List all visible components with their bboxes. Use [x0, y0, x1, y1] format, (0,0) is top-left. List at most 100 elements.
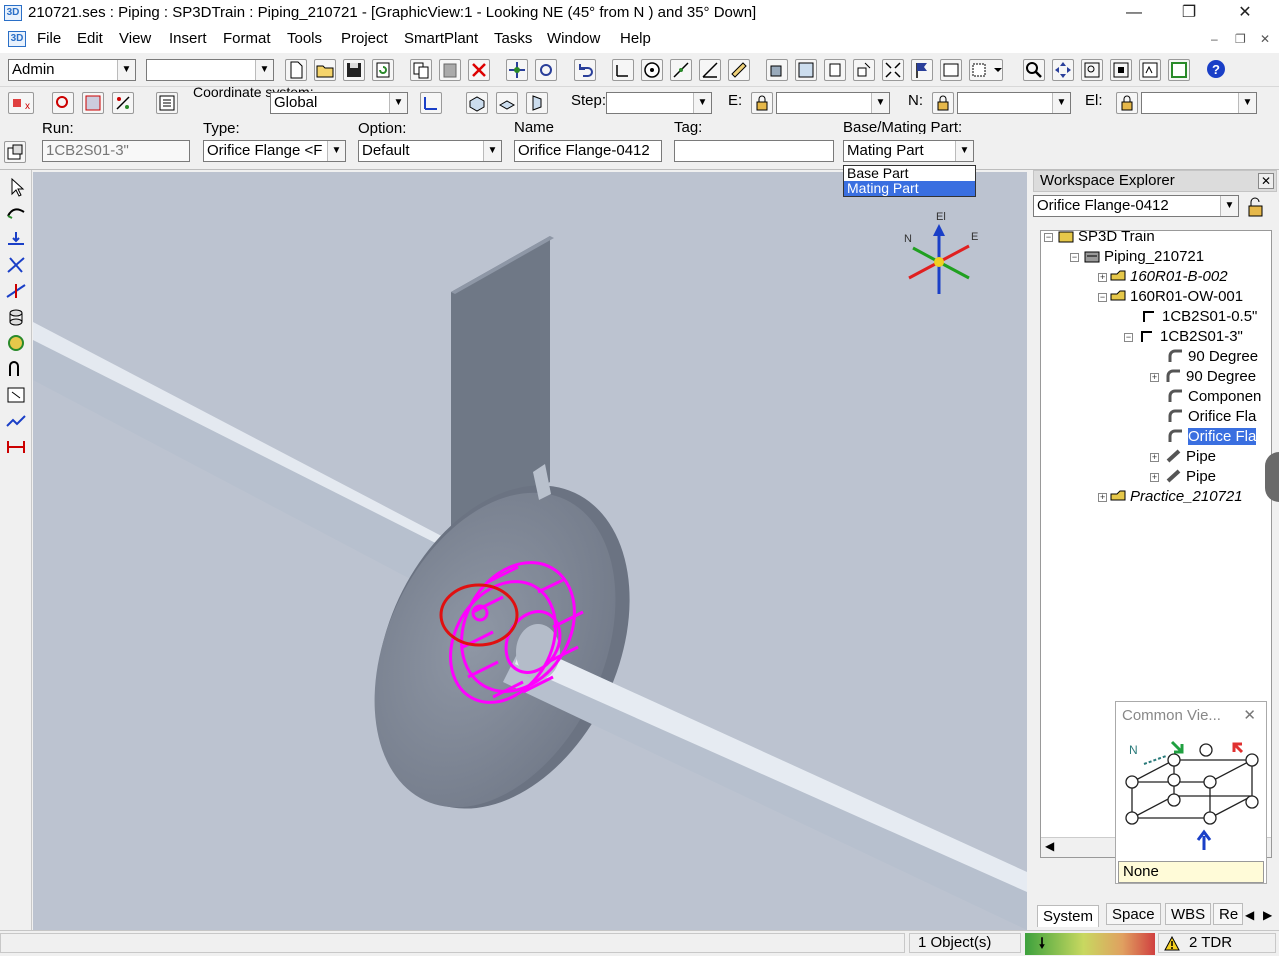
select-type-icon[interactable] [82, 92, 104, 114]
tab-system[interactable]: System [1037, 905, 1100, 927]
connect-icon[interactable] [4, 358, 28, 380]
paste-icon[interactable] [439, 59, 461, 81]
tab-space[interactable]: Space [1106, 903, 1161, 925]
chevron-down-icon[interactable]: ▼ [327, 141, 345, 161]
document-icon[interactable]: 3D [8, 31, 26, 47]
select-arrow-icon[interactable] [4, 176, 28, 198]
properties-page-icon[interactable] [4, 141, 26, 163]
drawing-icon[interactable] [4, 410, 28, 432]
coordinate-system-combo[interactable]: Global ▼ [270, 92, 408, 114]
new-icon[interactable] [285, 59, 307, 81]
pan-icon[interactable] [1052, 59, 1074, 81]
zoom-area-icon[interactable] [1081, 59, 1103, 81]
insert-support-icon[interactable] [4, 332, 28, 354]
tree-node-orifice-flange-2[interactable]: Orifice Fla [1167, 427, 1257, 447]
step-combo[interactable]: ▼ [606, 92, 712, 114]
tree-node-root[interactable]: − SP3D Train [1044, 231, 1155, 247]
menu-file[interactable]: File [37, 30, 61, 47]
filter-combo[interactable]: ▼ [146, 59, 274, 81]
coordinate-icon[interactable] [420, 92, 442, 114]
select-filter-dropdown-icon[interactable] [969, 59, 1003, 81]
point-along-icon[interactable] [670, 59, 692, 81]
3d-scene[interactable]: El N E [33, 172, 1027, 930]
tree-node-elbow-2[interactable]: +90 Degree [1149, 367, 1256, 387]
insert-tap-icon[interactable] [4, 280, 28, 302]
chevron-down-icon[interactable]: ▼ [117, 60, 135, 80]
menu-tools[interactable]: Tools [287, 30, 322, 47]
lock-el-icon[interactable] [1116, 92, 1138, 114]
undo-icon[interactable] [574, 59, 596, 81]
chevron-down-icon[interactable]: ▼ [389, 93, 407, 113]
dropdown-option-base-part[interactable]: Base Part [844, 166, 975, 181]
measure-icon[interactable] [699, 59, 721, 81]
menu-format[interactable]: Format [223, 30, 271, 47]
close-icon[interactable]: ✕ [1258, 173, 1274, 189]
tree-node-run-0-5[interactable]: 1CB2S01-0.5" [1141, 307, 1257, 327]
help-icon[interactable]: ? [1206, 59, 1228, 81]
tree-node-piping-system[interactable]: − Piping_210721 [1070, 247, 1204, 267]
lock-icon[interactable] [1243, 195, 1267, 219]
chevron-down-icon[interactable]: ▼ [693, 93, 711, 113]
option-combo[interactable]: Default ▼ [358, 140, 502, 162]
chevron-down-icon[interactable]: ▼ [1220, 196, 1238, 216]
chevron-down-icon[interactable]: ▼ [955, 141, 973, 161]
graphic-view[interactable]: El N E [33, 172, 1027, 930]
chevron-down-icon[interactable]: ▼ [871, 93, 889, 113]
rotate-icon[interactable] [535, 59, 557, 81]
lock-n-icon[interactable] [932, 92, 954, 114]
minimize-button[interactable]: — [1111, 0, 1157, 27]
clipping-icon[interactable] [824, 59, 846, 81]
tree-node-pipe-2[interactable]: + Pipe [1149, 467, 1216, 487]
tab-scroll-left-icon[interactable]: ◀ [1245, 908, 1254, 922]
open-folder-icon[interactable] [314, 59, 336, 81]
named-view-icon[interactable] [1139, 59, 1161, 81]
mdi-close-button[interactable]: ✕ [1260, 32, 1270, 46]
tag-field[interactable] [674, 140, 834, 162]
menu-smartplant[interactable]: SmartPlant [404, 30, 478, 47]
tab-wbs[interactable]: WBS [1165, 903, 1212, 925]
menu-help[interactable]: Help [620, 30, 651, 47]
route-pipe-icon[interactable] [4, 202, 28, 224]
coordinate-tool-icon[interactable] [612, 59, 634, 81]
menu-window[interactable]: Window [547, 30, 600, 47]
insert-component-icon[interactable] [4, 228, 28, 250]
el-combo[interactable]: ▼ [1141, 92, 1257, 114]
run-field[interactable]: 1CB2S01-3" [42, 140, 190, 162]
app-icon[interactable]: 3D [4, 5, 22, 21]
insert-split-icon[interactable] [4, 306, 28, 328]
menu-project[interactable]: Project [341, 30, 388, 47]
type-combo[interactable]: Orifice Flange <F ▼ [203, 140, 346, 162]
delete-icon[interactable] [468, 59, 490, 81]
close-button[interactable]: ✕ [1222, 0, 1268, 27]
tree-node-line-160r01-b-002[interactable]: +160R01-B-002 [1097, 267, 1228, 287]
save-icon[interactable] [343, 59, 365, 81]
select-run-icon[interactable] [52, 92, 74, 114]
name-field[interactable]: Orifice Flange-0412 [514, 140, 662, 162]
tab-scroll-right-icon[interactable]: ▶ [1263, 908, 1272, 922]
percent-icon[interactable] [112, 92, 134, 114]
tree-node-line-160r01-ow-001[interactable]: −160R01-OW-001 [1097, 287, 1243, 307]
common-views-icon[interactable] [1168, 59, 1190, 81]
cancel-icon[interactable]: x [8, 92, 34, 114]
fit-icon[interactable] [882, 59, 904, 81]
tree-node-practice[interactable]: + Practice_210721 [1097, 487, 1243, 507]
view-cube-icon[interactable] [766, 59, 788, 81]
properties-icon[interactable] [156, 92, 178, 114]
menu-edit[interactable]: Edit [77, 30, 103, 47]
tree-node-pipe-1[interactable]: + Pipe [1149, 447, 1216, 467]
tree-node-component[interactable]: Componen [1167, 387, 1261, 407]
chevron-down-icon[interactable]: ▼ [1238, 93, 1256, 113]
chevron-down-icon[interactable]: ▼ [255, 60, 273, 80]
pinpoint-icon[interactable] [641, 59, 663, 81]
dropdown-option-mating-part[interactable]: Mating Part [844, 181, 975, 196]
base-mating-combo[interactable]: Mating Part ▼ [843, 140, 974, 162]
menu-insert[interactable]: Insert [169, 30, 207, 47]
insert-specialty-icon[interactable] [4, 254, 28, 276]
collapse-panel-handle[interactable] [1265, 452, 1279, 502]
explorer-filter-combo[interactable]: Orifice Flange-0412 ▼ [1033, 195, 1239, 217]
tree-node-elbow-1[interactable]: 90 Degree [1167, 347, 1258, 367]
lock-e-icon[interactable] [751, 92, 773, 114]
menu-tasks[interactable]: Tasks [494, 30, 532, 47]
close-icon[interactable]: ✕ [1243, 706, 1256, 724]
clip-by-object-icon[interactable] [853, 59, 875, 81]
